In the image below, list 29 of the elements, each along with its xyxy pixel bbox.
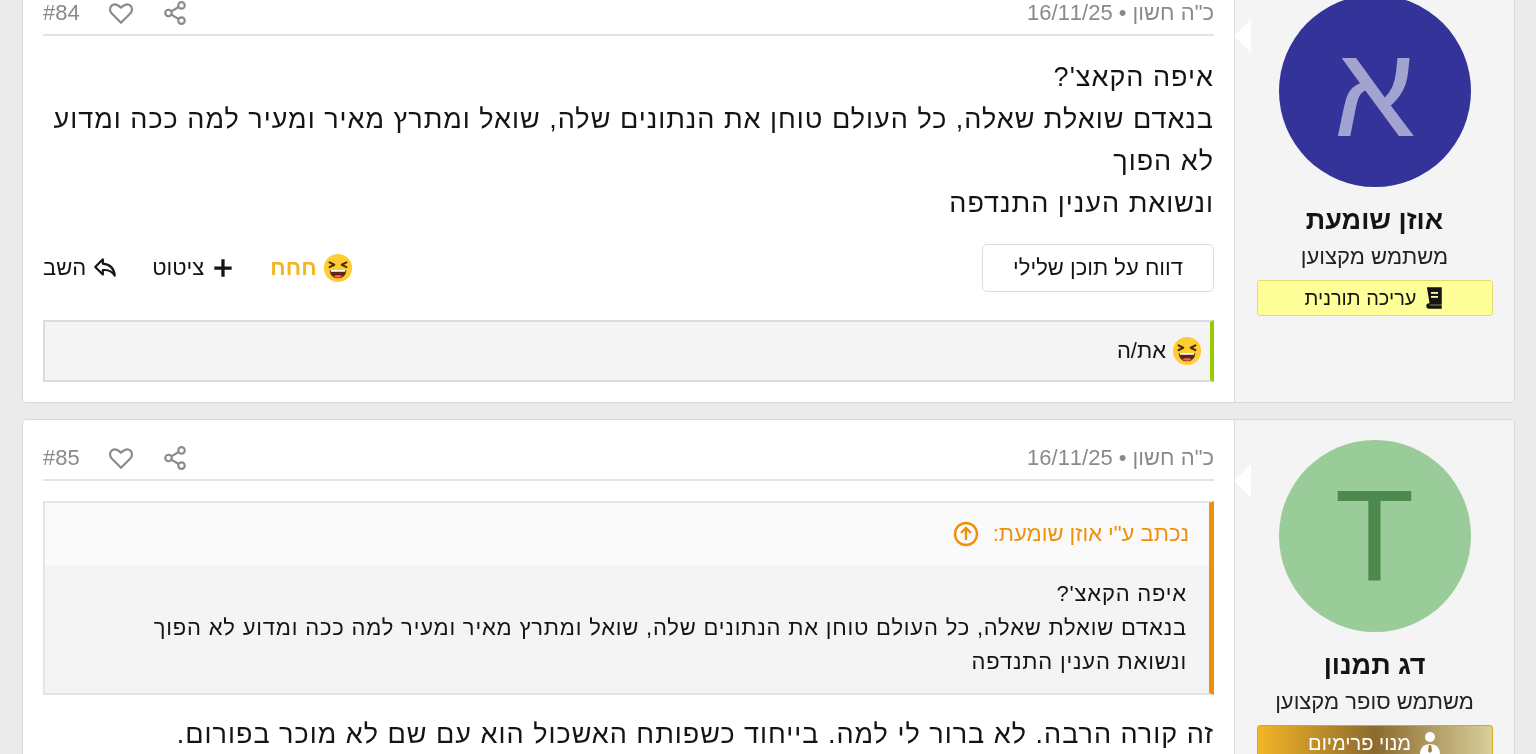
- post-text: בנאדם שואלת שאלה, כל העולם טוחן את הנתונים שלה, שואל ומתרץ מאיר ומעיר למה ככה ומדוע לא הפוך: [52, 103, 1214, 178]
- quote-button[interactable]: ציטוט: [152, 255, 237, 281]
- reply-button[interactable]: השב: [43, 255, 119, 281]
- quote-text: בנאדם שואלת שאלה, כל העולם טוחן את הנתונים שלה, שואל ומתרץ מאיר ומעיר למה ככה ומדוע לא הפוך: [152, 614, 1187, 642]
- up-arrow-circle-icon: [952, 521, 979, 547]
- user-title: משתמש מקצוען: [1300, 244, 1449, 270]
- share-icon[interactable]: [161, 0, 188, 26]
- user-name[interactable]: דג תמנון: [1323, 650, 1426, 681]
- reaction-users-link[interactable]: את/ה: [1116, 336, 1202, 366]
- laughing-face-icon: [1172, 336, 1202, 366]
- person-icon: [1418, 731, 1441, 754]
- post-text: איפה הקאצ'?: [1052, 61, 1214, 94]
- report-button[interactable]: דווח על תוכן שלילי: [982, 244, 1214, 292]
- share-icon[interactable]: [161, 444, 188, 471]
- post-date: כ"ה חשון • 16/11/25: [1027, 444, 1214, 471]
- post-number-link[interactable]: #84: [43, 0, 80, 26]
- badge-label: עריכה תורנית: [1304, 286, 1417, 310]
- avatar[interactable]: א: [1278, 0, 1471, 187]
- post-date: כ"ה חשון • 16/11/25: [1027, 0, 1214, 26]
- badge-label: מנוי פרימיום: [1308, 731, 1411, 754]
- user-title: משתמש סופר מקצוען: [1275, 689, 1474, 715]
- post-text: זה קורה הרבה. לא ברור לי למה. בייחוד כשפותח האשכול הוא עם שם לא מוכר בפורום.: [175, 718, 1214, 751]
- like-heart-icon[interactable]: [107, 0, 134, 26]
- laughing-face-icon: [322, 253, 353, 283]
- post-text: ונשואת הענין התנדפה: [948, 187, 1214, 220]
- book-icon: [1424, 287, 1445, 309]
- quote-text: ונשואת הענין התנדפה: [970, 648, 1187, 676]
- user-name[interactable]: אוזן שומעת: [1305, 205, 1444, 236]
- quote-text: איפה הקאצ'?: [1055, 580, 1187, 608]
